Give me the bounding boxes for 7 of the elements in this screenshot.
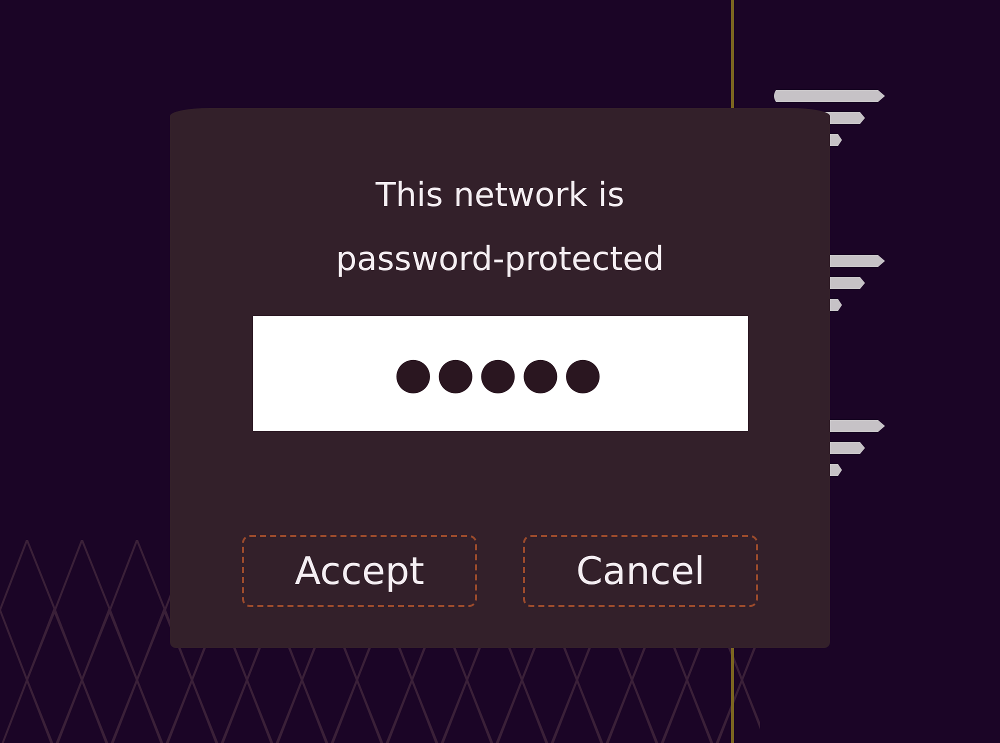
wifi-signal-icon bbox=[830, 253, 887, 313]
cancel-button[interactable]: Cancel bbox=[523, 535, 758, 607]
dialog-title: This network is password-protected bbox=[334, 174, 666, 280]
password-field[interactable]: ●●●●● bbox=[252, 316, 748, 431]
wifi-signal-icon bbox=[772, 88, 887, 148]
accept-button[interactable]: Accept bbox=[242, 535, 477, 607]
wifi-signal-icon bbox=[830, 418, 887, 478]
